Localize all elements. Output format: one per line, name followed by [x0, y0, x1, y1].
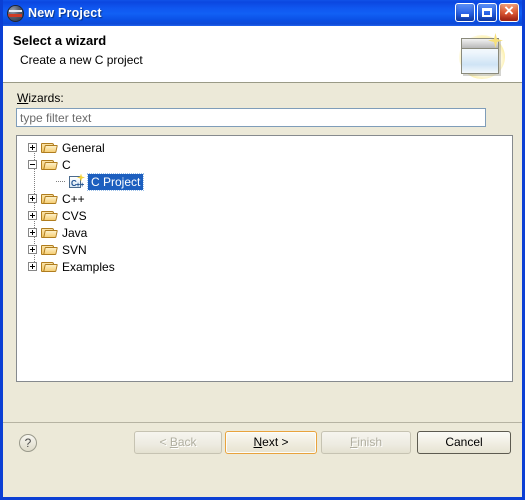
- wizard-tree-panel[interactable]: General C ++ C Project: [16, 135, 513, 382]
- tree-item-label: General: [62, 140, 105, 155]
- tree-item-cpp[interactable]: C++: [17, 190, 512, 207]
- minimize-icon[interactable]: [455, 3, 475, 22]
- wizards-label-rest: izards:: [28, 91, 64, 105]
- folder-icon: [41, 158, 57, 171]
- collapse-icon[interactable]: [28, 160, 37, 169]
- back-button[interactable]: < Back: [134, 431, 222, 454]
- tree-item-label: Examples: [62, 259, 115, 274]
- tree-item-general[interactable]: General: [17, 139, 512, 156]
- dialog-body: Wizards: General C: [3, 83, 522, 468]
- folder-icon: [41, 141, 57, 154]
- close-icon[interactable]: [499, 1, 519, 22]
- new-project-dialog: New Project Select a wizard Create a new…: [0, 0, 525, 500]
- tree-item-label: CVS: [62, 208, 87, 223]
- window-controls: [455, 1, 519, 22]
- maximize-icon[interactable]: [477, 3, 497, 22]
- new-wizard-banner-icon: [455, 29, 511, 81]
- tree-item-svn[interactable]: SVN: [17, 241, 512, 258]
- expand-icon[interactable]: [28, 245, 37, 254]
- wizards-label: Wizards:: [17, 91, 64, 105]
- finish-button[interactable]: Finish: [321, 431, 411, 454]
- wizard-banner: Select a wizard Create a new C project: [3, 26, 522, 83]
- next-button[interactable]: Next >: [225, 431, 317, 454]
- banner-subtitle: Create a new C project: [20, 53, 143, 67]
- wizard-tree: General C ++ C Project: [17, 136, 512, 275]
- wizards-label-mnemonic: W: [17, 91, 29, 105]
- banner-window-shape: [461, 38, 499, 74]
- eclipse-sphere-icon: [8, 5, 23, 21]
- tree-connector-dash: [56, 180, 65, 183]
- tree-item-c[interactable]: C: [17, 156, 512, 173]
- title-bar: New Project: [3, 0, 522, 26]
- dialog-button-bar: ? < Back Next > Finish Cancel: [3, 422, 522, 468]
- c-project-new-icon: ++: [69, 173, 85, 189]
- folder-icon: [41, 192, 57, 205]
- plus-plus-glyph: ++: [76, 181, 85, 189]
- tree-item-cvs[interactable]: CVS: [17, 207, 512, 224]
- expand-icon[interactable]: [28, 262, 37, 271]
- folder-icon: [41, 260, 57, 273]
- window-title: New Project: [28, 6, 102, 20]
- help-icon[interactable]: ?: [19, 434, 37, 452]
- filter-input[interactable]: [16, 108, 486, 127]
- tree-item-label: C: [62, 157, 71, 172]
- expand-icon[interactable]: [28, 211, 37, 220]
- tree-item-label: C++: [62, 191, 85, 206]
- tree-item-c-project[interactable]: ++ C Project: [17, 172, 512, 191]
- tree-item-label: C Project: [86, 172, 145, 191]
- folder-icon: [41, 209, 57, 222]
- banner-title: Select a wizard: [13, 33, 107, 48]
- cancel-button[interactable]: Cancel: [417, 431, 511, 454]
- tree-item-label: SVN: [62, 242, 87, 257]
- expand-icon[interactable]: [28, 194, 37, 203]
- expand-icon[interactable]: [28, 143, 37, 152]
- folder-icon: [41, 226, 57, 239]
- tree-item-java[interactable]: Java: [17, 224, 512, 241]
- title-bar-left: New Project: [8, 5, 102, 21]
- tree-item-label: Java: [62, 225, 88, 240]
- expand-icon[interactable]: [28, 228, 37, 237]
- tree-item-examples[interactable]: Examples: [17, 258, 512, 275]
- folder-icon: [41, 243, 57, 256]
